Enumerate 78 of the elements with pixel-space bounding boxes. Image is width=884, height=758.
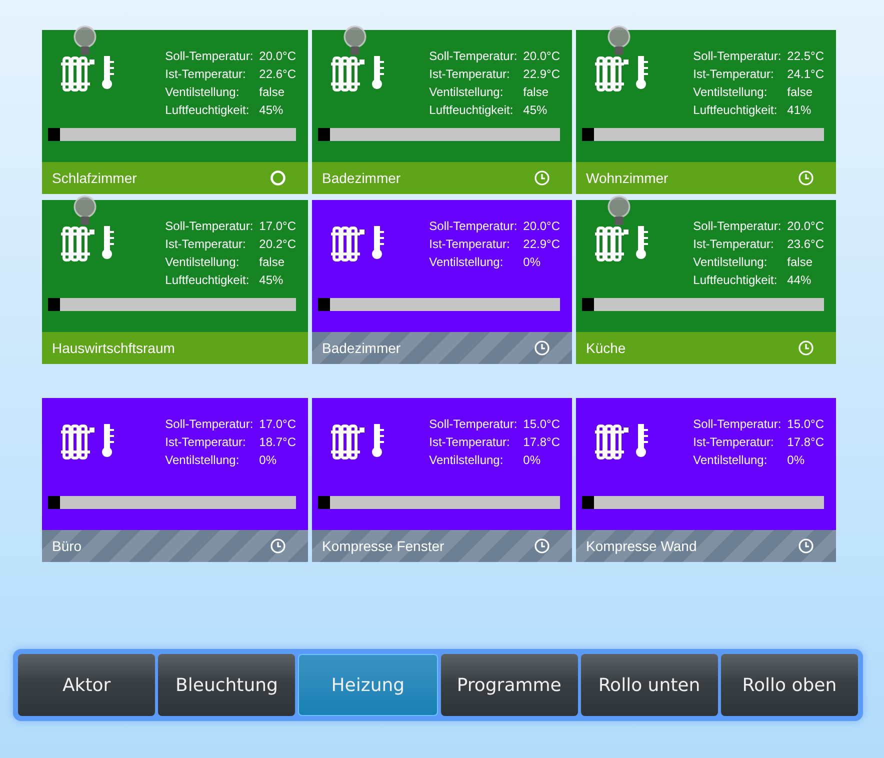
room-name: Büro (52, 538, 82, 554)
stat-label: Ventilstellung: (693, 84, 768, 100)
stat-value: 15.0°C (786, 416, 824, 432)
stat-label: Soll-Temperatur: (429, 48, 518, 64)
stat-value: 17.0°C (258, 416, 296, 432)
stat-label: Ventilstellung: (165, 452, 240, 468)
stat-value: false (258, 254, 286, 270)
stat-label: Soll-Temperatur: (165, 48, 254, 64)
stat-value: 45% (522, 102, 548, 118)
stat-value: 45% (258, 102, 284, 118)
room-name: Schlafzimmer (52, 170, 137, 186)
stat-value: 23.6°C (786, 236, 824, 252)
stat-label: Ist-Temperatur: (165, 236, 247, 252)
stat-value: false (258, 84, 286, 100)
stat-label: Ventilstellung: (693, 452, 768, 468)
stat-value: 17.0°C (258, 218, 296, 234)
stat-value: 22.5°C (786, 48, 824, 64)
stat-label: Luftfeuchtigkeit: (693, 272, 778, 288)
stat-label: Ist-Temperatur: (429, 66, 511, 82)
stat-label: Ist-Temperatur: (165, 434, 247, 450)
stat-value: false (786, 254, 814, 270)
nav-tab[interactable]: Rollo unten (580, 654, 718, 716)
stat-value: 20.0°C (786, 218, 824, 234)
room-name: Kompresse Fenster (322, 538, 444, 554)
stat-label: Ventilstellung: (165, 254, 240, 270)
stat-value: 22.6°C (258, 66, 296, 82)
stat-value: 20.2°C (258, 236, 296, 252)
stat-value: 0% (258, 452, 278, 468)
stat-label: Soll-Temperatur: (165, 416, 254, 432)
stat-label: Ist-Temperatur: (693, 434, 775, 450)
nav-tab[interactable]: Programme (440, 654, 578, 716)
stat-value: 17.8°C (522, 434, 560, 450)
stat-label: Ventilstellung: (429, 254, 504, 270)
stat-label: Soll-Temperatur: (693, 416, 782, 432)
room-name: Kompresse Wand (586, 538, 697, 554)
stat-value: false (786, 84, 814, 100)
stat-label: Soll-Temperatur: (693, 48, 782, 64)
stat-value: false (522, 84, 550, 100)
stat-label: Luftfeuchtigkeit: (165, 102, 250, 118)
stat-label: Ventilstellung: (693, 254, 768, 270)
stat-label: Ist-Temperatur: (429, 434, 511, 450)
stat-value: 0% (522, 452, 542, 468)
stat-value: 44% (786, 272, 812, 288)
nav-tab[interactable]: Rollo oben (720, 654, 858, 716)
room-name: Badezimmer (322, 170, 401, 186)
stat-value: 18.7°C (258, 434, 296, 450)
stat-label: Luftfeuchtigkeit: (429, 102, 514, 118)
room-name: Badezimmer (322, 340, 401, 356)
stat-label: Luftfeuchtigkeit: (165, 272, 250, 288)
stat-value: 17.8°C (786, 434, 824, 450)
stat-label: Soll-Temperatur: (429, 416, 518, 432)
stat-label: Ist-Temperatur: (693, 236, 775, 252)
room-name: Küche (586, 340, 626, 356)
stat-label: Ventilstellung: (429, 452, 504, 468)
stat-label: Ist-Temperatur: (165, 66, 247, 82)
stat-label: Luftfeuchtigkeit: (693, 102, 778, 118)
stat-label: Soll-Temperatur: (429, 218, 518, 234)
room-name: Wohnzimmer (586, 170, 668, 186)
stat-value: 41% (786, 102, 812, 118)
stat-label: Soll-Temperatur: (693, 218, 782, 234)
nav-tab[interactable]: Aktor (18, 654, 156, 716)
stat-value: 20.0°C (522, 48, 560, 64)
room-name: Hauswirtschftsraum (52, 340, 175, 356)
nav-tab[interactable]: Bleuchtung (158, 654, 296, 716)
stat-label: Ist-Temperatur: (693, 66, 775, 82)
stat-label: Ist-Temperatur: (429, 236, 511, 252)
stat-value: 0% (786, 452, 806, 468)
stat-value: 45% (258, 272, 284, 288)
stat-label: Soll-Temperatur: (165, 218, 254, 234)
stat-label: Ventilstellung: (165, 84, 240, 100)
stat-value: 15.0°C (522, 416, 560, 432)
stat-label: Ventilstellung: (429, 84, 504, 100)
stat-value: 22.9°C (522, 236, 560, 252)
stat-value: 20.0°C (258, 48, 296, 64)
stat-value: 24.1°C (786, 66, 824, 82)
stat-value: 20.0°C (522, 218, 560, 234)
stat-value: 22.9°C (522, 66, 560, 82)
stat-value: 0% (522, 254, 542, 270)
